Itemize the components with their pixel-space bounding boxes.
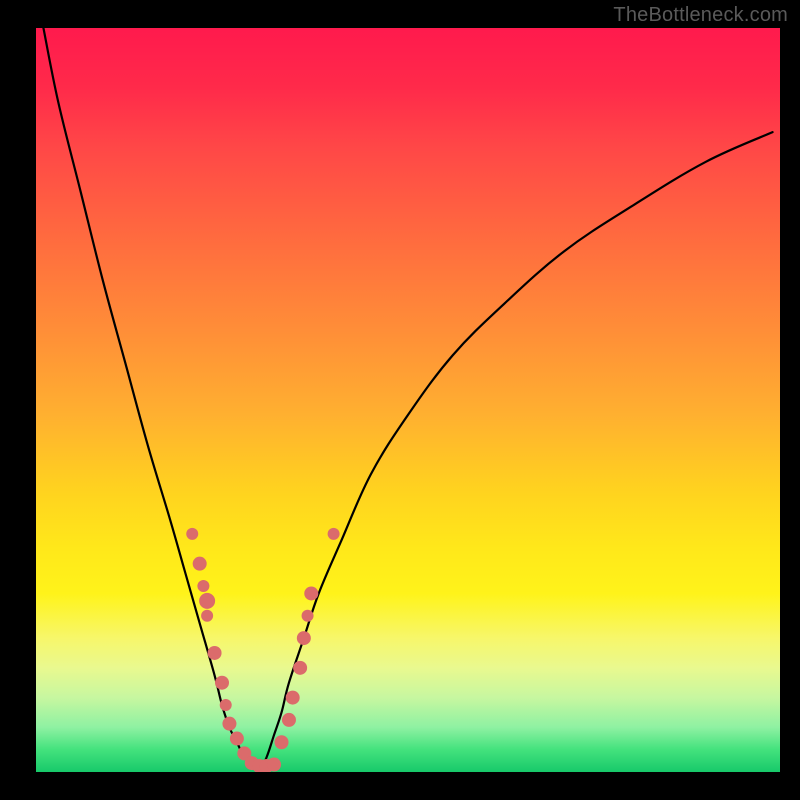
scatter-dot: [186, 528, 198, 540]
series-left-curve: [43, 28, 259, 772]
scatter-dot: [208, 646, 222, 660]
scatter-dot: [328, 528, 340, 540]
chart-svg: [36, 28, 780, 772]
scatter-dot: [215, 676, 229, 690]
scatter-dot: [302, 610, 314, 622]
scatter-dot: [193, 557, 207, 571]
curve-layer: [43, 28, 772, 772]
scatter-dot: [286, 691, 300, 705]
scatter-dot: [197, 580, 209, 592]
scatter-dot: [230, 732, 244, 746]
scatter-dot: [282, 713, 296, 727]
scatter-dot: [275, 735, 289, 749]
scatter-dot: [297, 631, 311, 645]
scatter-dot: [199, 593, 215, 609]
scatter-dot: [293, 661, 307, 675]
scatter-dot: [220, 699, 232, 711]
chart-frame: TheBottleneck.com: [0, 0, 800, 800]
scatter-dot: [201, 610, 213, 622]
watermark-text: TheBottleneck.com: [613, 4, 788, 27]
scatter-layer: [186, 528, 339, 772]
series-right-curve: [259, 132, 772, 772]
scatter-dot: [222, 717, 236, 731]
scatter-dot: [304, 586, 318, 600]
scatter-dot: [267, 758, 281, 772]
chart-plot-area: [36, 28, 780, 772]
